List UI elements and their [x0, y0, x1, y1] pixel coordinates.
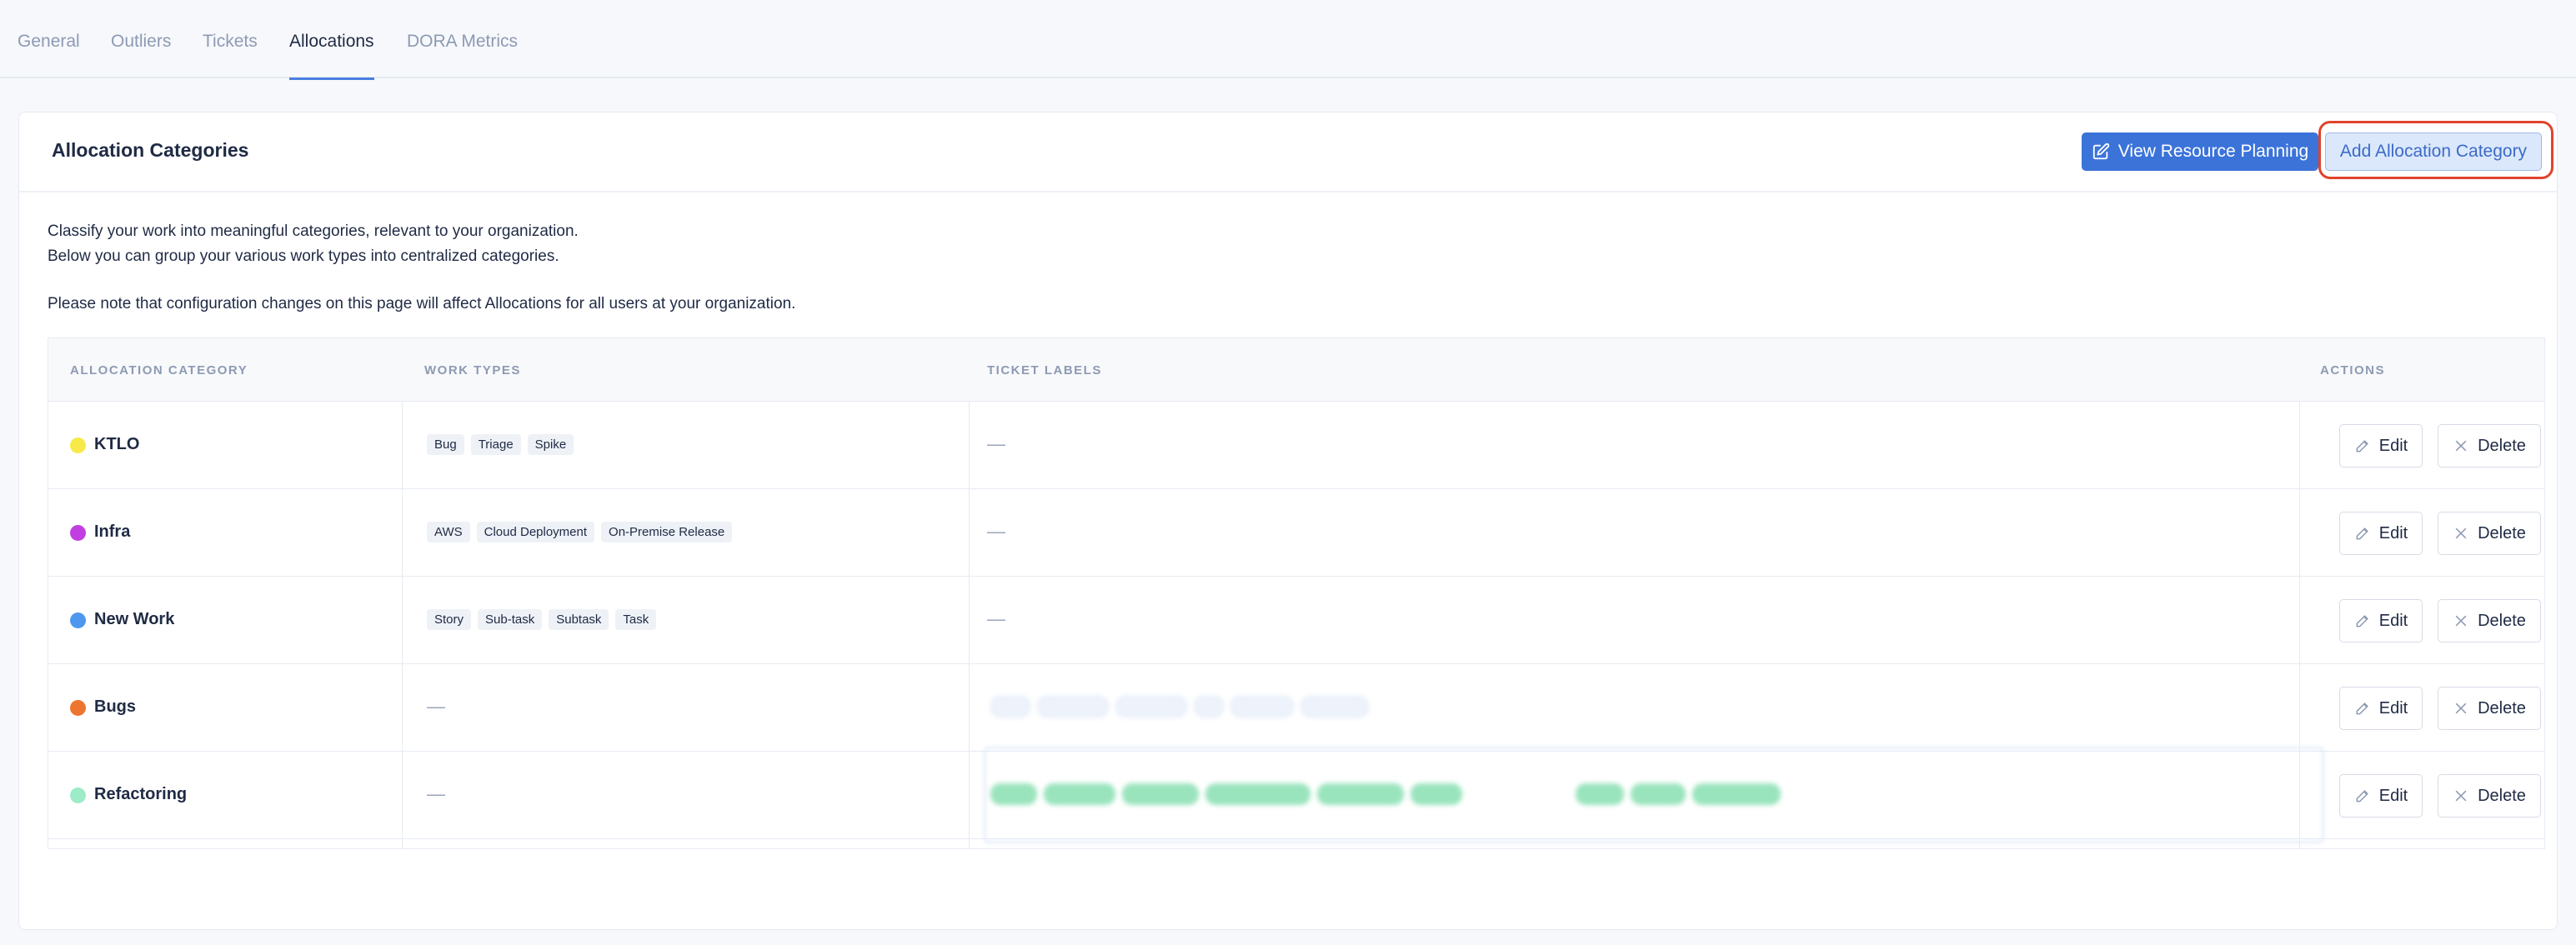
pencil-icon [2356, 615, 2368, 628]
ticket-labels-redacted [990, 783, 1781, 805]
tab-allocations[interactable]: Allocations [289, 32, 374, 80]
header-allocation-category: ALLOCATION CATEGORY [70, 363, 248, 378]
edit-button[interactable]: Edit [2339, 599, 2423, 642]
card-header: Allocation Categories View Resource Plan… [19, 112, 2557, 192]
ticket-labels-empty: — [987, 433, 1005, 454]
edit-label: Edit [2378, 698, 2408, 718]
table-row: Infra AWS Cloud Deployment On-Premise Re… [48, 489, 2544, 577]
edit-label: Edit [2378, 786, 2408, 805]
delete-label: Delete [2478, 698, 2526, 718]
allocation-categories-table: ALLOCATION CATEGORY WORK TYPES TICKET LA… [48, 338, 2545, 849]
pencil-icon [2356, 702, 2368, 715]
table-row: Bugs — Edit Delete [48, 664, 2544, 752]
work-type-chips: AWS Cloud Deployment On-Premise Release [427, 522, 733, 542]
work-type-chip: AWS [427, 522, 470, 542]
work-type-chips: Story Sub-task Subtask Task [427, 609, 657, 630]
description-line-2: Below you can group your various work ty… [48, 248, 559, 265]
edit-button[interactable]: Edit [2339, 774, 2423, 818]
header-work-types: WORK TYPES [424, 363, 521, 378]
header-actions: ACTIONS [2320, 363, 2385, 378]
category-color-dot [70, 612, 86, 628]
edit-button[interactable]: Edit [2339, 512, 2423, 555]
close-icon [2455, 702, 2467, 714]
ticket-labels-empty: — [987, 608, 1005, 629]
category-name: Infra [94, 522, 131, 541]
table-header: ALLOCATION CATEGORY WORK TYPES TICKET LA… [48, 338, 2544, 402]
table-row: Refactoring — Edit Delete [48, 747, 2544, 843]
category-color-dot [70, 525, 86, 541]
delete-button[interactable]: Delete [2438, 512, 2541, 555]
tab-tickets[interactable]: Tickets [203, 32, 258, 78]
tab-general[interactable]: General [18, 32, 80, 78]
work-type-chip: Bug [427, 434, 464, 455]
pencil-icon [2356, 790, 2368, 802]
view-resource-planning-label: View Resource Planning [2117, 142, 2309, 161]
category-color-dot [70, 438, 86, 453]
work-type-chip: Cloud Deployment [476, 522, 595, 542]
page-title: Allocation Categories [52, 139, 249, 161]
edit-button[interactable]: Edit [2339, 424, 2423, 468]
work-type-chips: Bug Triage Spike [427, 434, 574, 455]
work-type-chip: Sub-task [478, 609, 543, 630]
ticket-labels-empty: — [987, 521, 1005, 542]
work-type-chip: Task [615, 609, 657, 630]
tab-dora-metrics[interactable]: DORA Metrics [407, 32, 518, 78]
category-color-dot [70, 788, 86, 803]
delete-button[interactable]: Delete [2438, 424, 2541, 468]
category-name: KTLO [94, 435, 140, 453]
close-icon [2455, 615, 2467, 627]
work-type-chip: Spike [527, 434, 574, 455]
table-row: KTLO Bug Triage Spike — Edit Delete [48, 402, 2544, 489]
work-types-empty: — [427, 783, 445, 804]
description-note: Please note that configuration changes o… [48, 295, 796, 312]
view-resource-planning-button[interactable]: View Resource Planning [2082, 132, 2318, 171]
delete-label: Delete [2478, 436, 2526, 455]
allocation-categories-card: Allocation Categories View Resource Plan… [18, 112, 2558, 930]
delete-button[interactable]: Delete [2438, 599, 2541, 642]
close-icon [2455, 528, 2467, 539]
tab-outliers[interactable]: Outliers [111, 32, 171, 78]
pencil-icon [2356, 440, 2368, 452]
edit-label: Edit [2378, 436, 2408, 455]
work-type-chip: On-Premise Release [601, 522, 733, 542]
edit-square-icon [2092, 142, 2109, 160]
table-row: New Work Story Sub-task Subtask Task — E… [48, 577, 2544, 664]
edit-button[interactable]: Edit [2339, 687, 2423, 730]
delete-label: Delete [2478, 786, 2526, 805]
category-name: Bugs [94, 698, 136, 716]
delete-label: Delete [2478, 523, 2526, 542]
work-type-chip: Triage [470, 434, 521, 455]
work-type-chip: Story [427, 609, 472, 630]
edit-label: Edit [2378, 611, 2408, 630]
delete-label: Delete [2478, 611, 2526, 630]
tab-bar: General Outliers Tickets Allocations DOR… [0, 0, 2576, 80]
ticket-labels-redacted [990, 696, 1369, 718]
close-icon [2455, 440, 2467, 452]
edit-label: Edit [2378, 523, 2408, 542]
work-types-empty: — [427, 696, 445, 717]
category-name: New Work [94, 610, 175, 628]
add-allocation-category-button[interactable]: Add Allocation Category [2325, 132, 2542, 171]
delete-button[interactable]: Delete [2438, 687, 2541, 730]
work-type-chip: Subtask [549, 609, 609, 630]
category-name: Refactoring [94, 785, 188, 803]
category-color-dot [70, 700, 86, 716]
close-icon [2455, 790, 2467, 802]
description-line-1: Classify your work into meaningful categ… [48, 222, 579, 240]
delete-button[interactable]: Delete [2438, 774, 2541, 818]
header-ticket-labels: TICKET LABELS [987, 363, 1102, 378]
pencil-icon [2356, 528, 2368, 540]
